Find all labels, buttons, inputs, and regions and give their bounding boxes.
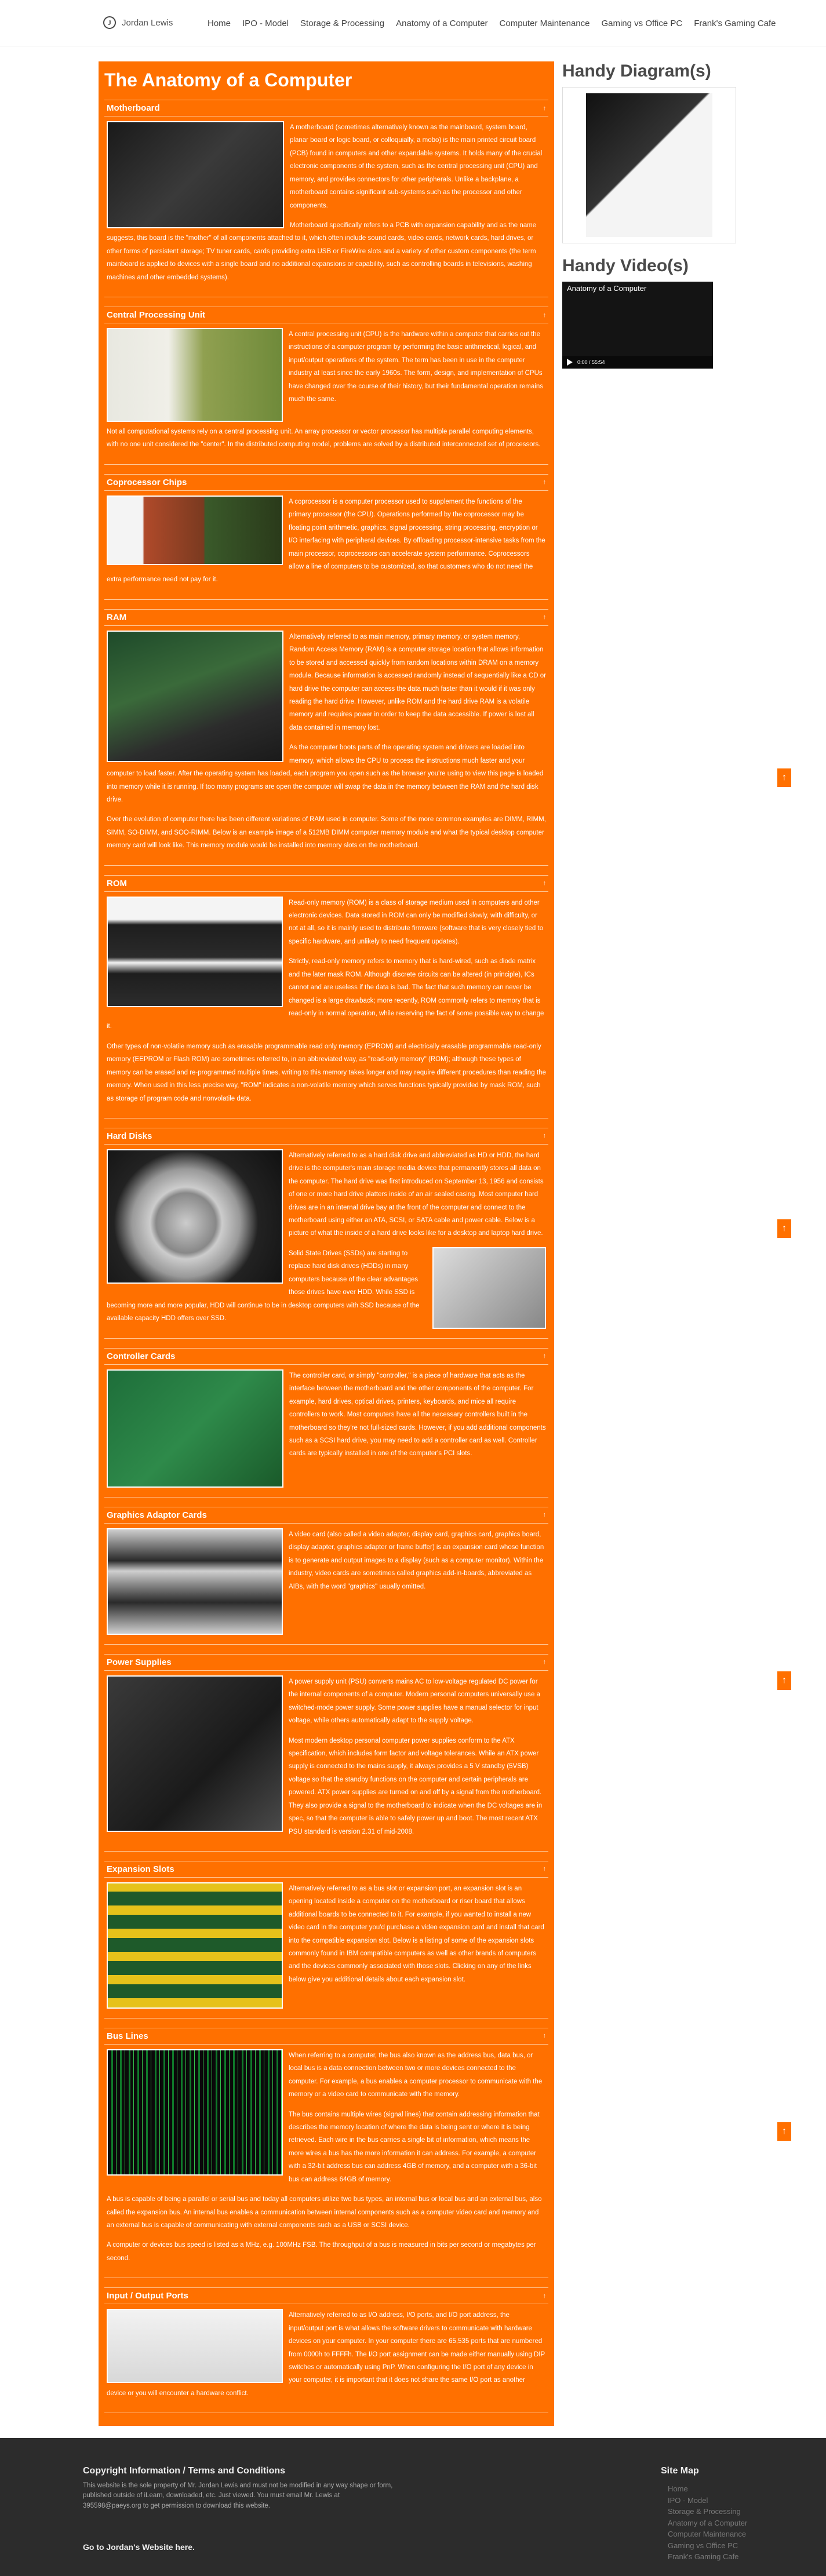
logo-icon: J — [103, 16, 116, 29]
nav-gaming-vs-office[interactable]: Gaming vs Office PC — [601, 19, 682, 28]
main-nav: Home IPO - Model Storage & Processing An… — [208, 19, 776, 28]
section-io-ports: Input / Output Ports ↑ Alternatively refe… — [104, 2287, 548, 2414]
site-map-link-ipo-model[interactable]: IPO - Model — [668, 2495, 747, 2506]
section-title: Power Supplies — [107, 1657, 172, 1667]
nav-maintenance[interactable]: Computer Maintenance — [500, 19, 590, 28]
back-to-top-link[interactable]: ↑ — [543, 2293, 547, 2300]
site-logo[interactable]: J Jordan Lewis — [103, 16, 173, 29]
back-to-top-link[interactable]: ↑ — [543, 105, 547, 112]
ram-image — [107, 630, 283, 762]
section-title: Coprocessor Chips — [107, 477, 187, 487]
back-to-top-button[interactable]: ↑ — [777, 1219, 791, 1238]
section-title: Controller Cards — [107, 1351, 176, 1361]
diagram-box — [562, 87, 736, 243]
site-map-title: Site Map — [661, 2466, 699, 2476]
section-title: Hard Disks — [107, 1131, 152, 1141]
section-graphics-cards: Graphics Adaptor Cards ↑ A video card (al… — [104, 1506, 548, 1645]
site-map-link-anatomy[interactable]: Anatomy of a Computer — [668, 2517, 747, 2529]
video-player[interactable]: Anatomy of a Computer 0:00 / 55:54 — [562, 282, 713, 369]
section-coprocessor: Coprocessor Chips ↑ A coprocessor is a co… — [104, 473, 548, 600]
site-map-link-gaming-vs-office[interactable]: Gaming vs Office PC — [668, 2540, 747, 2552]
ssd-image — [432, 1247, 546, 1329]
video-heading: Handy Video(s) — [562, 256, 689, 275]
back-to-top-button[interactable]: ↑ — [777, 1671, 791, 1690]
back-to-top-link[interactable]: ↑ — [543, 1659, 547, 1666]
cpu-image — [107, 328, 283, 422]
nav-ipo-model[interactable]: IPO - Model — [242, 19, 289, 28]
external-site-link[interactable]: Go to Jordan's Website here. — [83, 2542, 195, 2552]
hard-disk-image — [107, 1149, 283, 1284]
site-footer: Copyright Information / Terms and Condit… — [0, 2438, 826, 2576]
section-hard-disks: Hard Disks ↑ Alternatively referred to as… — [104, 1127, 548, 1339]
back-to-top-link[interactable]: ↑ — [543, 1353, 547, 1360]
section-paragraph: Not all computational systems rely on a … — [107, 428, 541, 449]
section-title: Graphics Adaptor Cards — [107, 1510, 207, 1520]
section-expansion-slots: Expansion Slots ↑ Alternatively referred … — [104, 1860, 548, 2018]
nav-gaming-cafe[interactable]: Frank's Gaming Cafe — [694, 19, 776, 28]
section-motherboard: Motherboard ↑ A motherboard (sometimes al… — [104, 100, 548, 298]
section-title: ROM — [107, 878, 127, 888]
back-to-top-link[interactable]: ↑ — [543, 1511, 547, 1518]
back-to-top-link[interactable]: ↑ — [543, 312, 547, 319]
section-title: Expansion Slots — [107, 1864, 174, 1874]
copyright-title: Copyright Information / Terms and Condit… — [83, 2466, 286, 2476]
io-ports-image — [107, 2309, 283, 2384]
back-to-top-link[interactable]: ↑ — [543, 614, 547, 621]
section-title: Motherboard — [107, 103, 160, 113]
power-supply-image — [107, 1675, 283, 1832]
coprocessor-image — [107, 495, 283, 565]
back-to-top-link[interactable]: ↑ — [543, 880, 547, 887]
section-title: Bus Lines — [107, 2031, 148, 2041]
site-map-link-home[interactable]: Home — [668, 2483, 747, 2495]
section-cpu: Central Processing Unit ↑ A central proce… — [104, 307, 548, 465]
section-ram: RAM ↑ Alternatively referred to as main m… — [104, 609, 548, 866]
nav-home[interactable]: Home — [208, 19, 231, 28]
site-map-link-gaming-cafe[interactable]: Frank's Gaming Cafe — [668, 2551, 747, 2563]
computer-diagram-image[interactable] — [586, 93, 712, 237]
section-controller-cards: Controller Cards ↑ The controller card, o… — [104, 1347, 548, 1497]
copyright-text: This website is the sole property of Mr.… — [83, 2482, 393, 2509]
expansion-slots-image — [107, 1882, 283, 2009]
controller-card-image — [107, 1369, 283, 1488]
video-controls: 0:00 / 55:54 — [562, 356, 713, 369]
motherboard-image — [107, 121, 284, 228]
section-rom: ROM ↑ Read-only memory (ROM) is a class o… — [104, 875, 548, 1118]
section-title: RAM — [107, 612, 127, 622]
nav-storage-processing[interactable]: Storage & Processing — [300, 19, 384, 28]
section-paragraph: Over the evolution of computer there has… — [107, 816, 546, 850]
sidebar: Handy Diagram(s) Handy Video(s) Anatomy … — [562, 61, 736, 369]
site-header: J Jordan Lewis Home IPO - Model Storage … — [0, 0, 826, 46]
nav-anatomy[interactable]: Anatomy of a Computer — [396, 19, 487, 28]
back-to-top-button[interactable]: ↑ — [777, 768, 791, 787]
page-title: The Anatomy of a Computer — [104, 70, 352, 90]
site-map-link-storage[interactable]: Storage & Processing — [668, 2506, 747, 2517]
site-map-list: Home IPO - Model Storage & Processing An… — [668, 2483, 747, 2563]
play-icon[interactable] — [567, 359, 573, 366]
section-bus-lines: Bus Lines ↑ When referring to a computer,… — [104, 2027, 548, 2279]
site-name[interactable]: Jordan Lewis — [122, 18, 173, 28]
main-content: The Anatomy of a Computer Motherboard ↑ A… — [99, 61, 554, 2426]
back-to-top-link[interactable]: ↑ — [543, 1865, 547, 1872]
rom-image — [107, 896, 283, 1007]
section-paragraph: A computer or devices bus speed is liste… — [107, 2242, 536, 2262]
back-to-top-button[interactable]: ↑ — [777, 2122, 791, 2141]
graphics-card-image — [107, 1528, 283, 1635]
diagram-heading: Handy Diagram(s) — [562, 61, 711, 81]
back-to-top-link[interactable]: ↑ — [543, 2032, 547, 2039]
section-paragraph: Other types of non-volatile memory such … — [107, 1043, 546, 1102]
back-to-top-link[interactable]: ↑ — [543, 479, 547, 486]
section-title: Input / Output Ports — [107, 2291, 188, 2301]
video-time: 0:00 / 55:54 — [577, 359, 605, 365]
video-title: Anatomy of a Computer — [567, 284, 647, 293]
section-paragraph: Motherboard specifically refers to a PCB… — [107, 221, 537, 281]
bus-lines-image — [107, 2049, 283, 2176]
site-map-link-maintenance[interactable]: Computer Maintenance — [668, 2528, 747, 2540]
section-title: Central Processing Unit — [107, 310, 206, 320]
back-to-top-link[interactable]: ↑ — [543, 1132, 547, 1139]
section-paragraph: A bus is capable of being a parallel or … — [107, 2196, 542, 2229]
section-power-supplies: Power Supplies ↑ A power supply unit (PSU… — [104, 1653, 548, 1852]
